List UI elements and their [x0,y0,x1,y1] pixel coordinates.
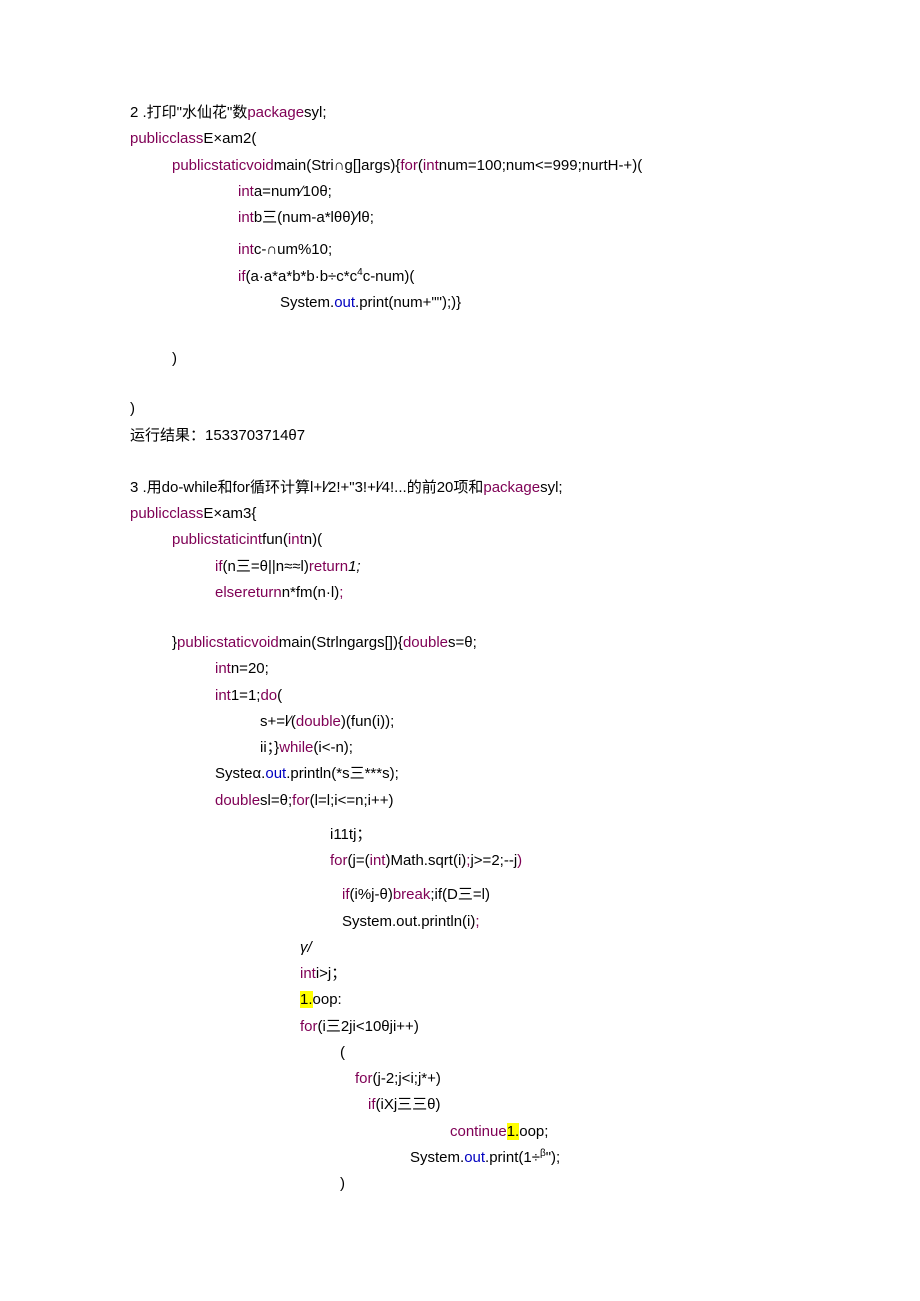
result-line: 运行结果：1533703714θ7 [130,423,790,449]
code-block-2: 2 .打印"水仙花"数packagesyl; publicclassE×am2(… [130,100,790,449]
code-line: intc-∩um%10; [130,237,790,263]
code-line: ii；}while(i<-n); [130,735,790,761]
code-line: if(n三=θ||n≈≈l)return1; [130,554,790,580]
code-line: System.out.println(i); [130,909,790,935]
code-line: intb三(num-a*lθθ)∕lθ; [130,205,790,231]
code-line: publicstaticvoidmain(Stri∩g[]args){for(i… [130,153,790,179]
code-line: intn=20; [130,656,790,682]
code-line: Systeα.out.println(*s三***s); [130,761,790,787]
code-line: for(j-2;j<i;j*+) [130,1066,790,1092]
code-line: continue1.oop; [130,1119,790,1145]
code-line: if(i%j-θ)break;if(D三=l) [130,882,790,908]
section-header: 2 .打印"水仙花"数packagesyl; [130,100,790,126]
code-line: System.out.print(1÷β"); [130,1145,790,1171]
code-line: elsereturnn*fm(n·l); [130,580,790,606]
code-line: publicclassE×am3{ [130,501,790,527]
code-line: γ/ [130,935,790,961]
code-line: ) [130,1171,790,1197]
code-line: for(i三2ji<10θji++) [130,1014,790,1040]
code-line: 1.oop: [130,987,790,1013]
code-line: for(j=(int)Math.sqrt(i);j>=2;--j) [130,848,790,874]
code-line: }publicstaticvoidmain(Strlngargs[]){doub… [130,630,790,656]
code-line: ) [130,346,790,372]
code-line: int1=1;do( [130,683,790,709]
code-line: publicclassE×am2( [130,126,790,152]
code-line: s+=l∕(double)(fun(i)); [130,709,790,735]
code-line: publicstaticintfun(intn)( [130,527,790,553]
code-line: if(iXj三三θ) [130,1092,790,1118]
code-line: ) [130,396,790,422]
code-line: System.out.print(num+"");)} [130,290,790,316]
code-line: inti>j； [130,961,790,987]
code-line: i11tj； [130,822,790,848]
section-header: 3 .用do-while和for循环计算l+l∕2!+"3!+l∕4!...的前… [130,475,790,501]
code-line: doublesl=θ;for(l=l;i<=n;i++) [130,788,790,814]
code-line: if(a·a*a*b*b·b÷c*c4c-num)( [130,264,790,290]
code-block-3: 3 .用do-while和for循环计算l+l∕2!+"3!+l∕4!...的前… [130,475,790,1198]
code-line: ( [130,1040,790,1066]
code-line: inta=num∕10θ; [130,179,790,205]
